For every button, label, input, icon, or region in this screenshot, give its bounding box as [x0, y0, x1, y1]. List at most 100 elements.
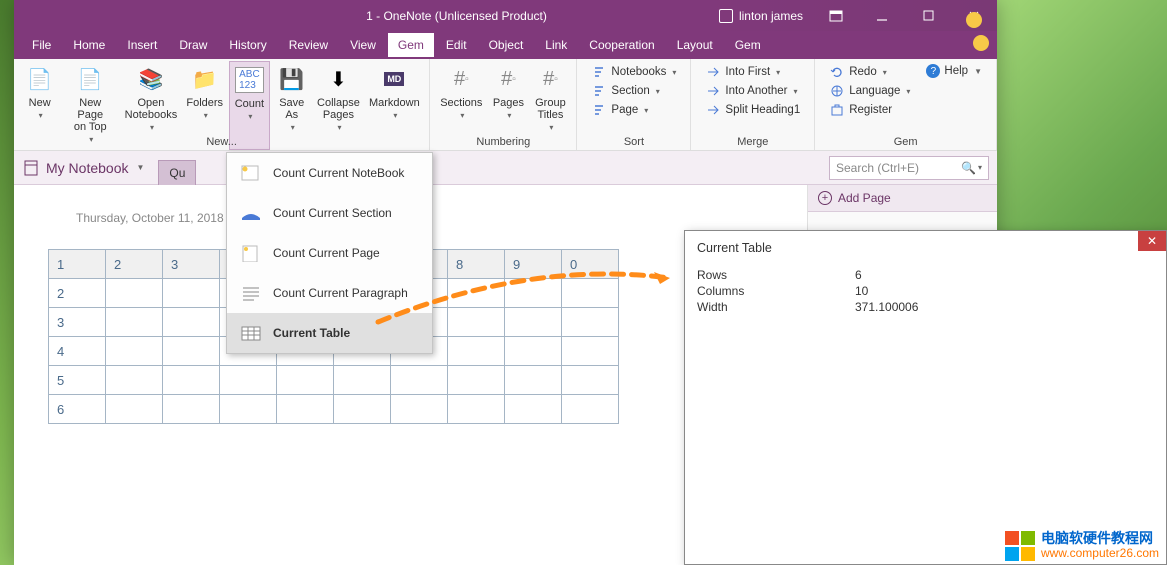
table-cell[interactable] [505, 279, 562, 308]
help-button[interactable]: ?Help▼ [922, 63, 986, 79]
popup-close-button[interactable]: ✕ [1138, 231, 1166, 251]
menu-review[interactable]: Review [279, 33, 338, 57]
dropdown-count-current-notebook[interactable]: Count Current NoteBook [227, 153, 432, 193]
menu-gem[interactable]: Gem [388, 33, 434, 57]
table-cell[interactable]: 5 [49, 366, 106, 395]
table-header-cell[interactable]: 0 [562, 250, 619, 279]
table-cell[interactable] [277, 366, 334, 395]
menu-object[interactable]: Object [479, 33, 534, 57]
menu-link[interactable]: Link [535, 33, 577, 57]
menu-cooperation[interactable]: Cooperation [579, 33, 664, 57]
table-cell[interactable] [334, 395, 391, 424]
sort-section[interactable]: Section ▾ [587, 82, 680, 100]
add-page-button[interactable]: + Add Page [808, 185, 997, 212]
dropdown-count-current-page[interactable]: Count Current Page [227, 233, 432, 273]
gem-register[interactable]: Register [825, 101, 914, 119]
table-cell[interactable] [562, 279, 619, 308]
merge-into-another[interactable]: Into Another ▾ [701, 82, 804, 100]
table-cell[interactable] [562, 308, 619, 337]
dropdown-current-table[interactable]: Current Table [227, 313, 432, 353]
menu-draw[interactable]: Draw [169, 33, 217, 57]
table-header-cell[interactable]: 8 [448, 250, 505, 279]
table-cell[interactable]: 2 [49, 279, 106, 308]
table-header-cell[interactable]: 3 [163, 250, 220, 279]
register-icon [829, 102, 845, 118]
search-input[interactable]: Search (Ctrl+E) 🔍▾ [829, 156, 989, 180]
table-cell[interactable]: 4 [49, 337, 106, 366]
table-cell[interactable] [505, 308, 562, 337]
menu-layout[interactable]: Layout [667, 33, 723, 57]
table-cell[interactable] [448, 395, 505, 424]
menu-home[interactable]: Home [63, 33, 115, 57]
table-cell[interactable] [448, 366, 505, 395]
sort-icon [591, 83, 607, 99]
menu-gem[interactable]: Gem [725, 33, 771, 57]
dropdown-count-current-section[interactable]: Count Current Section [227, 193, 432, 233]
count-dropdown: Count Current NoteBookCount Current Sect… [226, 152, 433, 354]
new-icon: 📄 [24, 63, 56, 95]
table-cell[interactable] [220, 395, 277, 424]
user-area[interactable]: linton james [719, 9, 803, 23]
user-avatar-icon [719, 9, 733, 23]
notebook-icon [22, 159, 40, 177]
tab-section[interactable]: Qu [158, 160, 196, 185]
table-cell[interactable] [163, 308, 220, 337]
table-header-cell[interactable]: 2 [106, 250, 163, 279]
table-cell[interactable]: 3 [49, 308, 106, 337]
dropdown-item-icon [239, 163, 263, 183]
dropdown-count-current-paragraph[interactable]: Count Current Paragraph [227, 273, 432, 313]
gem-language[interactable]: Language ▾ [825, 82, 914, 100]
table-cell[interactable] [562, 366, 619, 395]
table-cell[interactable] [106, 279, 163, 308]
table-cell[interactable] [163, 395, 220, 424]
table-cell[interactable] [220, 366, 277, 395]
table-cell[interactable] [391, 395, 448, 424]
table-cell[interactable] [448, 337, 505, 366]
maximize-button[interactable] [905, 1, 951, 31]
folders-icon: 📁 [189, 63, 221, 95]
table-cell[interactable] [106, 395, 163, 424]
ribbon-group-numbering: #▫Sections▾#▫Pages▾#▫GroupTitles▾ Number… [430, 59, 577, 150]
table-cell[interactable] [106, 308, 163, 337]
sort-page[interactable]: Page ▾ [587, 101, 680, 119]
table-cell[interactable] [448, 308, 505, 337]
table-cell[interactable] [391, 366, 448, 395]
table-cell[interactable] [277, 395, 334, 424]
table-cell[interactable] [334, 366, 391, 395]
table-cell[interactable] [562, 337, 619, 366]
table-header-cell[interactable]: 9 [505, 250, 562, 279]
table-cell[interactable] [505, 337, 562, 366]
dropdown-item-icon [239, 323, 263, 343]
menu-view[interactable]: View [340, 33, 386, 57]
menu-history[interactable]: History [219, 33, 276, 57]
table-cell[interactable] [163, 279, 220, 308]
table-cell[interactable]: 6 [49, 395, 106, 424]
table-cell[interactable] [505, 366, 562, 395]
dropdown-item-icon [239, 203, 263, 223]
gem-redo[interactable]: Redo ▾ [825, 63, 914, 81]
merge-into-first[interactable]: Into First ▾ [701, 63, 804, 81]
current-table-popup: ✕ Current Table Rows6Columns10Width371.1… [684, 230, 1167, 565]
table-cell[interactable] [448, 279, 505, 308]
merge-split-heading1[interactable]: Split Heading1 [701, 101, 804, 119]
table-header-cell[interactable]: 1 [49, 250, 106, 279]
table-cell[interactable] [505, 395, 562, 424]
smiley-icon[interactable] [962, 11, 986, 29]
notebook-selector[interactable]: My Notebook ▼ [22, 159, 144, 177]
merge-icon [705, 83, 721, 99]
minimize-button[interactable] [859, 1, 905, 31]
smiley-icon[interactable] [973, 35, 989, 51]
ribbon: 📄New▾📄New Pageon Top▾📚OpenNotebooks▾📁Fol… [14, 59, 997, 151]
table-cell[interactable] [106, 337, 163, 366]
hash-icon: #▫ [534, 63, 566, 95]
sort-notebooks[interactable]: Notebooks ▾ [587, 63, 680, 81]
table-cell[interactable] [163, 366, 220, 395]
menu-edit[interactable]: Edit [436, 33, 477, 57]
popup-row: Columns10 [685, 283, 1166, 299]
table-cell[interactable] [562, 395, 619, 424]
menu-file[interactable]: File [22, 33, 61, 57]
table-cell[interactable] [163, 337, 220, 366]
ribbon-display-icon[interactable] [813, 1, 859, 31]
table-cell[interactable] [106, 366, 163, 395]
menu-insert[interactable]: Insert [117, 33, 167, 57]
